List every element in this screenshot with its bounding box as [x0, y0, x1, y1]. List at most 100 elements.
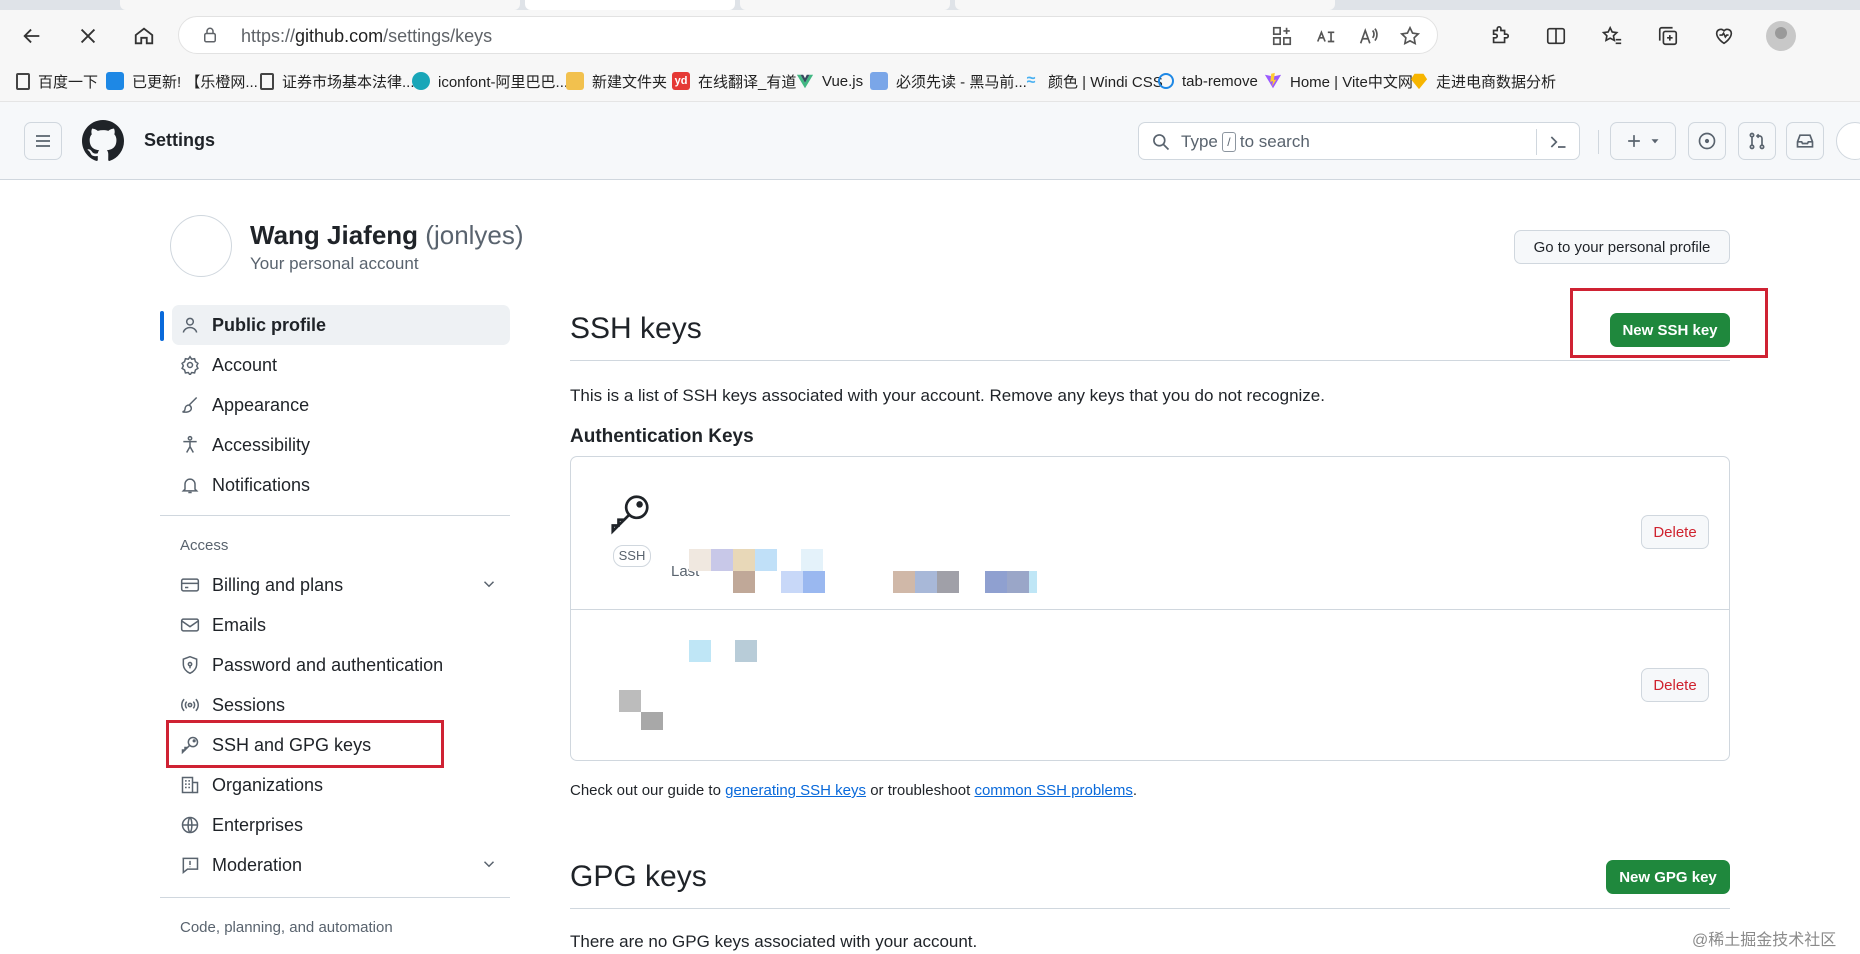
sidebar-item-notifications[interactable]: Notifications	[172, 465, 510, 505]
redacted-block	[801, 549, 823, 571]
browser-toolbar: https://github.com/settings/keys	[0, 10, 1860, 60]
sidebar-item-emails[interactable]: Emails	[172, 605, 510, 645]
bookmark-item[interactable]: Home | Vite中文网	[1264, 70, 1413, 92]
github-logo-icon[interactable]	[82, 120, 124, 162]
header-context-title[interactable]: Settings	[144, 130, 215, 151]
redacted-block	[689, 549, 711, 571]
browser-profile-avatar[interactable]	[1766, 21, 1796, 51]
active-indicator	[160, 311, 164, 341]
ssh-guide-text: Check out our guide to generating SSH ke…	[570, 782, 1138, 799]
ssh-keys-list: SSH Last Delete Delete	[570, 456, 1730, 761]
search-placeholder: Type / to search	[1181, 132, 1310, 152]
browser-tab-active[interactable]	[525, 0, 735, 10]
go-to-profile-button[interactable]: Go to your personal profile	[1514, 230, 1730, 264]
arrow-left-icon	[23, 28, 40, 44]
create-new-button[interactable]	[1610, 122, 1676, 160]
open-global-navigation-button[interactable]	[24, 122, 62, 160]
browser-tab[interactable]	[740, 0, 950, 10]
organization-icon	[181, 776, 199, 794]
generating-ssh-keys-link[interactable]: generating SSH keys	[725, 782, 866, 799]
authentication-keys-heading: Authentication Keys	[570, 426, 754, 447]
redacted-block	[711, 549, 733, 571]
page-icon	[16, 72, 30, 90]
heart-pulse-icon	[1715, 28, 1733, 45]
search-shortcut-key: /	[1221, 132, 1236, 152]
translate-icon[interactable]	[1315, 25, 1337, 47]
git-pull-request-icon	[1749, 132, 1765, 150]
broadcast-icon	[181, 698, 199, 712]
bookmark-item[interactable]: iconfont-阿里巴巴...	[412, 70, 568, 92]
sidebar-item-password-authentication[interactable]: Password and authentication	[172, 645, 510, 685]
profile-name[interactable]: Wang Jiafeng (jonlyes)	[250, 220, 524, 251]
list-item: SSH Last Delete	[571, 457, 1729, 609]
sidebar-item-accessibility[interactable]: Accessibility	[172, 425, 510, 465]
collections-button[interactable]	[1652, 20, 1684, 52]
bookmark-item[interactable]: 已更新! 【乐橙网...	[106, 70, 258, 92]
bookmark-item[interactable]: 证券市场基本法律...	[260, 70, 415, 92]
app-available-icon[interactable]	[1271, 25, 1293, 47]
issue-opened-icon	[1698, 132, 1716, 150]
sidebar-item-public-profile[interactable]: Public profile	[172, 305, 510, 345]
bookmark-item[interactable]: yd 在线翻译_有道	[672, 70, 796, 92]
bookmark-item[interactable]: 新建文件夹	[566, 70, 667, 92]
command-palette-icon[interactable]	[1547, 132, 1569, 152]
redacted-block	[781, 571, 803, 593]
sidebar-item-appearance[interactable]: Appearance	[172, 385, 510, 425]
extensions-button[interactable]	[1484, 20, 1516, 52]
iconfont-icon	[412, 72, 430, 90]
issues-button[interactable]	[1688, 122, 1726, 160]
bookmark-item[interactable]: 必须先读 - 黑马前...	[870, 70, 1027, 92]
windi-icon: ≈	[1026, 72, 1036, 89]
home-button[interactable]	[128, 20, 160, 52]
new-gpg-key-button[interactable]: New GPG key	[1606, 860, 1730, 894]
sidebar-item-sessions[interactable]: Sessions	[172, 685, 510, 725]
browser-essentials-button[interactable]	[1708, 20, 1740, 52]
address-bar[interactable]: https://github.com/settings/keys	[178, 16, 1438, 54]
stop-loading-button[interactable]	[72, 20, 104, 52]
inbox-button[interactable]	[1786, 122, 1824, 160]
avatar[interactable]	[170, 215, 232, 277]
sidebar-item-account[interactable]: Account	[172, 345, 510, 385]
split-screen-button[interactable]	[1540, 20, 1572, 52]
shield-lock-icon	[182, 655, 198, 675]
github-header: Settings Type / to search	[0, 102, 1860, 180]
sidebar-item-moderation[interactable]: Moderation	[172, 845, 510, 885]
chevron-down-icon[interactable]	[480, 575, 498, 593]
bookmark-item[interactable]: ≈ 颜色 | Windi CSS	[1022, 70, 1163, 92]
sidebar-item-enterprises[interactable]: Enterprises	[172, 805, 510, 845]
chevron-down-icon[interactable]	[480, 855, 498, 873]
collections-icon	[1658, 26, 1678, 46]
page-icon	[260, 72, 274, 90]
sidebar-item-organizations[interactable]: Organizations	[172, 765, 510, 805]
common-ssh-problems-link[interactable]: common SSH problems	[974, 782, 1132, 799]
sidebar-item-billing[interactable]: Billing and plans	[172, 565, 510, 605]
search-divider	[1536, 129, 1537, 155]
triangle-down-icon	[1651, 139, 1659, 144]
search-input[interactable]: Type / to search	[1138, 122, 1580, 160]
redacted-block	[733, 571, 755, 593]
redacted-block	[1029, 571, 1037, 593]
delete-key-button[interactable]: Delete	[1641, 515, 1709, 549]
accessibility-icon	[183, 435, 197, 453]
delete-key-button[interactable]: Delete	[1641, 668, 1709, 702]
bookmark-item[interactable]: 走进电商数据分析	[1410, 70, 1556, 92]
favorites-button[interactable]	[1596, 20, 1628, 52]
mail-icon	[180, 618, 200, 632]
bookmark-item[interactable]: 百度一下	[16, 70, 98, 92]
bookmark-item[interactable]: Vue.js	[796, 70, 863, 92]
redacted-block	[915, 571, 937, 593]
pull-requests-button[interactable]	[1738, 122, 1776, 160]
read-aloud-icon[interactable]	[1357, 25, 1379, 47]
puzzle-icon	[1492, 26, 1510, 44]
redacted-block	[803, 571, 825, 593]
bookmark-item[interactable]: tab-remove	[1158, 70, 1258, 92]
back-button[interactable]	[16, 20, 48, 52]
close-icon	[80, 28, 96, 44]
user-avatar-button[interactable]	[1836, 122, 1860, 160]
redacted-block	[689, 640, 711, 662]
browser-tab[interactable]	[955, 0, 1335, 10]
browser-tab[interactable]	[120, 0, 520, 10]
favorite-star-icon[interactable]	[1399, 25, 1421, 47]
watermark: @稀土掘金技术社区	[1692, 932, 1837, 949]
bell-icon	[181, 478, 199, 494]
